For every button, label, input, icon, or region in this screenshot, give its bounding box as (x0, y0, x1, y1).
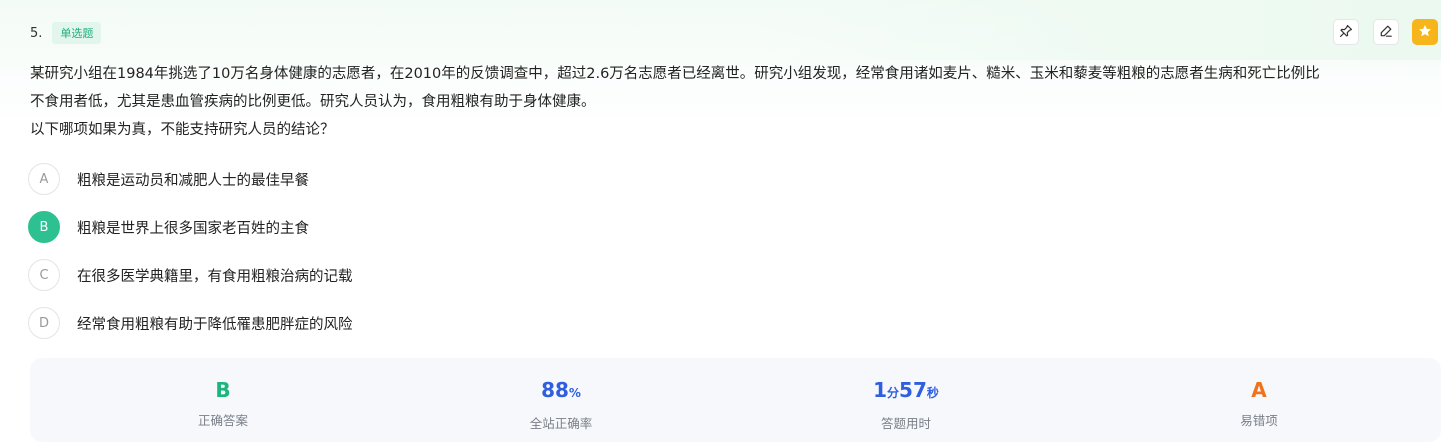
accuracy-value-wrap: 88% (461, 378, 661, 405)
stat-common-wrong: A 易错项 (1159, 378, 1359, 429)
option-a[interactable]: A 粗粮是运动员和减肥人士的最佳早餐 (28, 163, 309, 195)
accuracy-value: 88 (541, 378, 569, 402)
option-d[interactable]: D 经常食用粗粮有助于降低罹患肥胖症的风险 (28, 307, 353, 339)
option-text: 在很多医学典籍里，有食用粗粮治病的记载 (77, 268, 353, 285)
stat-correct-answer: B 正确答案 (123, 378, 323, 429)
correct-answer-label: 正确答案 (197, 413, 248, 428)
stat-accuracy: 88% 全站正确率 (461, 378, 661, 432)
time-seconds: 57 (899, 378, 927, 402)
stat-time: 1分57秒 答题用时 (806, 378, 1006, 432)
pin-icon (1339, 23, 1353, 42)
accuracy-unit: % (568, 386, 581, 400)
stem-line: 某研究小组在1984年挑选了10万名身体健康的志愿者，在2010年的反馈调查中，… (30, 66, 1320, 82)
option-letter[interactable]: D (28, 307, 60, 339)
question-number: 5. (30, 25, 43, 41)
question-stem: 某研究小组在1984年挑选了10万名身体健康的志愿者，在2010年的反馈调查中，… (30, 60, 1435, 144)
time-value-wrap: 1分57秒 (806, 378, 1006, 405)
pin-button[interactable] (1333, 19, 1359, 45)
star-icon (1418, 23, 1432, 42)
common-wrong-value: A (1251, 378, 1267, 402)
question-type-badge: 单选题 (52, 22, 102, 44)
option-letter[interactable]: C (28, 259, 60, 291)
edit-icon (1379, 23, 1393, 42)
question-card: 5. 单选题 某研究小组在1984年挑选了10万名身体健康的志愿者，在2010年… (8, 0, 1441, 444)
time-minutes: 1 (873, 378, 888, 402)
option-text: 经常食用粗粮有助于降低罹患肥胖症的风险 (77, 316, 353, 333)
answer-stats-panel: B 正确答案 88% 全站正确率 1分57秒 答题用时 A 易错项 (30, 358, 1441, 442)
edit-note-button[interactable] (1373, 19, 1399, 45)
stem-line: 以下哪项如果为真，不能支持研究人员的结论？ (30, 122, 335, 138)
accuracy-label: 全站正确率 (529, 416, 593, 431)
time-minutes-unit: 分 (887, 386, 900, 400)
option-letter[interactable]: A (28, 163, 60, 195)
correct-answer-value: B (215, 378, 231, 402)
favorite-button[interactable] (1412, 19, 1438, 45)
option-c[interactable]: C 在很多医学典籍里，有食用粗粮治病的记载 (28, 259, 353, 291)
option-text: 粗粮是运动员和减肥人士的最佳早餐 (77, 172, 309, 189)
option-b[interactable]: B 粗粮是世界上很多国家老百姓的主食 (28, 211, 309, 243)
time-seconds-unit: 秒 (926, 386, 939, 400)
common-wrong-label: 易错项 (1240, 413, 1278, 428)
question-header: 5. 单选题 (30, 22, 102, 44)
stem-line: 不食用者低，尤其是患血管疾病的比例更低。研究人员认为，食用粗粮有助于身体健康。 (30, 94, 596, 110)
option-letter[interactable]: B (28, 211, 60, 243)
option-text: 粗粮是世界上很多国家老百姓的主食 (77, 220, 309, 237)
time-label: 答题用时 (880, 416, 931, 431)
